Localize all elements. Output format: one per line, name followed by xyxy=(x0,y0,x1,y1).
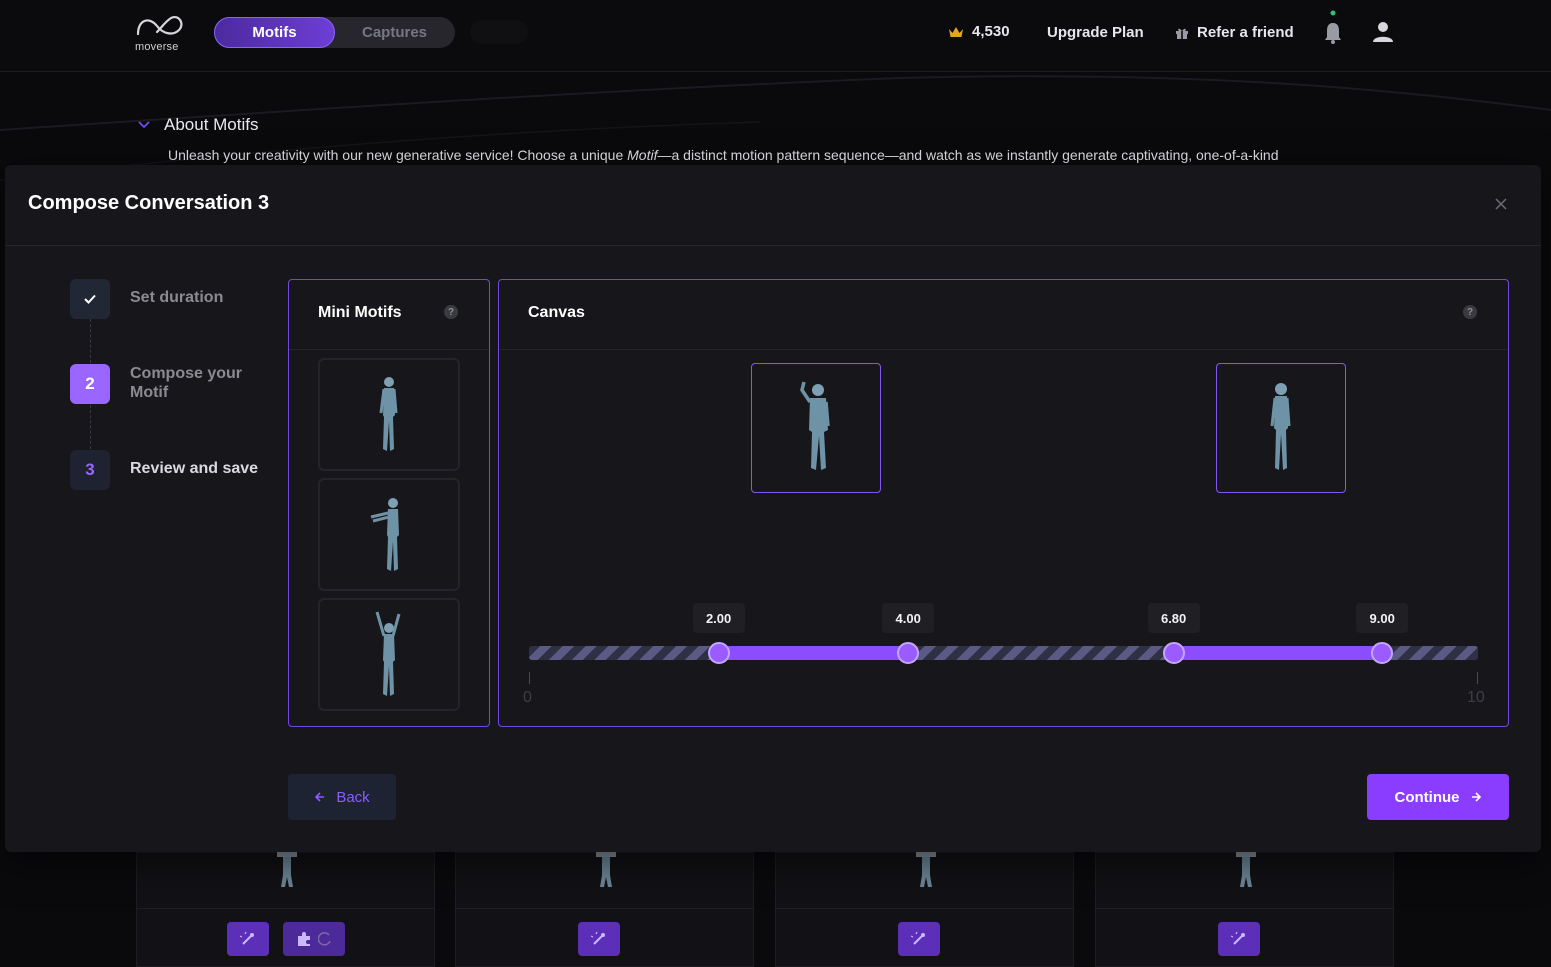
motif-card[interactable] xyxy=(136,847,435,967)
motion-figure-icon xyxy=(596,847,616,887)
gift-icon xyxy=(1176,28,1188,39)
stepper-connector xyxy=(90,319,91,363)
notification-bell-icon[interactable] xyxy=(1322,9,1344,45)
app-root: moverse Motifs Captures 4,530 Upgrade Pl… xyxy=(0,0,1551,967)
mini-motif-card[interactable] xyxy=(318,358,460,471)
compose-button[interactable] xyxy=(283,922,345,956)
about-description: Unleash your creativity with our new gen… xyxy=(168,147,1279,163)
magic-wand-icon xyxy=(240,931,254,945)
magic-wand-icon xyxy=(1231,931,1245,945)
tab-motifs[interactable]: Motifs xyxy=(214,17,335,48)
infinity-logo-icon xyxy=(136,16,183,36)
back-label: Back xyxy=(336,788,370,806)
arms-forward-figure-icon xyxy=(370,497,399,571)
mini-motif-card[interactable] xyxy=(318,478,460,591)
magic-generate-button[interactable] xyxy=(1218,922,1260,956)
continue-button[interactable]: Continue xyxy=(1367,774,1509,820)
motion-figure-icon xyxy=(916,847,936,887)
panel-header: Canvas ? xyxy=(499,280,1508,350)
hidden-pill xyxy=(470,20,528,44)
close-icon[interactable] xyxy=(1494,197,1508,211)
upgrade-plan-link[interactable]: Upgrade Plan xyxy=(1047,24,1144,41)
step-label: Review and save xyxy=(130,460,259,477)
help-icon[interactable]: ? xyxy=(1463,305,1477,319)
about-motifs-toggle[interactable]: About Motifs xyxy=(138,115,259,135)
step-set-duration[interactable]: Set duration xyxy=(70,279,223,319)
chevron-down-icon xyxy=(138,121,150,129)
crown-icon xyxy=(949,26,963,37)
user-avatar-icon[interactable] xyxy=(1372,21,1394,43)
mini-motifs-panel: Mini Motifs ? xyxy=(288,279,490,727)
arrow-right-icon xyxy=(1471,792,1481,802)
step-badge xyxy=(70,279,110,319)
standing-figure-icon xyxy=(1270,383,1291,470)
product-switcher: Motifs Captures xyxy=(214,17,455,48)
loading-spinner-icon xyxy=(318,932,331,946)
continue-label: Continue xyxy=(1394,788,1460,806)
timeline-max-label: 10 xyxy=(1467,689,1485,706)
step-compose-motif[interactable]: 2 Compose your Motif xyxy=(70,364,260,404)
panel-title: Mini Motifs xyxy=(318,304,402,321)
arrow-left-icon xyxy=(315,792,325,802)
top-navigation-bar: moverse Motifs Captures 4,530 Upgrade Pl… xyxy=(0,0,1551,72)
waving-figure-icon xyxy=(800,381,830,470)
magic-generate-button[interactable] xyxy=(578,922,620,956)
magic-generate-button[interactable] xyxy=(898,922,940,956)
motion-figure-icon xyxy=(277,847,297,887)
credits-balance: 4,530 xyxy=(948,23,1010,40)
refer-friend-link[interactable]: Refer a friend xyxy=(1175,24,1294,41)
back-button[interactable]: Back xyxy=(288,774,396,820)
card-divider xyxy=(456,908,753,909)
timeline-segment xyxy=(718,646,909,660)
step-badge: 3 xyxy=(70,450,110,490)
help-icon[interactable]: ? xyxy=(444,305,458,319)
card-divider xyxy=(137,908,434,909)
panel-header: Mini Motifs ? xyxy=(289,280,489,350)
moverse-logo[interactable]: moverse xyxy=(135,12,191,54)
motif-card[interactable] xyxy=(1095,847,1394,967)
refer-friend-label: Refer a friend xyxy=(1197,24,1294,41)
logo-text: moverse xyxy=(135,41,179,53)
magic-generate-button[interactable] xyxy=(227,922,269,956)
timeline-tick-start xyxy=(529,672,530,684)
timeline-handle[interactable] xyxy=(1371,642,1394,664)
timeline-handle[interactable] xyxy=(1162,642,1185,664)
arms-raised-figure-icon xyxy=(375,611,401,696)
credits-value: 4,530 xyxy=(972,23,1010,40)
step-review-save[interactable]: 3 Review and save xyxy=(70,450,258,490)
card-divider xyxy=(1096,908,1393,909)
timeline-handle[interactable] xyxy=(707,642,730,664)
stepper-connector xyxy=(90,405,91,449)
compose-modal: Compose Conversation 3 Set duration 2 Co… xyxy=(5,165,1541,852)
magic-wand-icon xyxy=(591,931,605,945)
panel-title: Canvas xyxy=(528,304,585,321)
timeline-handle-value: 2.00 xyxy=(692,603,745,633)
card-divider xyxy=(776,908,1073,909)
placed-motif-card[interactable] xyxy=(751,363,881,493)
about-title: About Motifs xyxy=(164,115,259,134)
modal-header: Compose Conversation 3 xyxy=(5,165,1541,246)
standing-figure-icon xyxy=(379,376,398,451)
checkmark-icon xyxy=(84,294,96,304)
timeline-tick-end xyxy=(1477,672,1478,684)
timeline-handle-value: 6.80 xyxy=(1147,603,1200,633)
step-label: Compose your Motif xyxy=(130,365,243,401)
timeline-min-label: 0 xyxy=(523,689,532,706)
canvas-panel: Canvas ? 0 10 2.00 4.00 6.80 9.00 xyxy=(498,279,1509,727)
step-badge: 2 xyxy=(70,364,110,404)
motif-card[interactable] xyxy=(455,847,754,967)
mini-motif-card[interactable] xyxy=(318,598,460,711)
tab-captures[interactable]: Captures xyxy=(334,17,455,48)
magic-wand-icon xyxy=(911,931,925,945)
placed-motif-card[interactable] xyxy=(1216,363,1346,493)
step-label: Set duration xyxy=(130,289,224,306)
motion-figure-icon xyxy=(1236,847,1256,887)
motif-card[interactable] xyxy=(775,847,1074,967)
timeline-handle-value: 9.00 xyxy=(1356,603,1409,633)
modal-title: Compose Conversation 3 xyxy=(28,192,270,214)
puzzle-icon xyxy=(298,932,310,946)
timeline-segment xyxy=(1173,646,1383,660)
timeline-handle[interactable] xyxy=(897,642,920,664)
timeline-handle-value: 4.00 xyxy=(882,603,935,633)
